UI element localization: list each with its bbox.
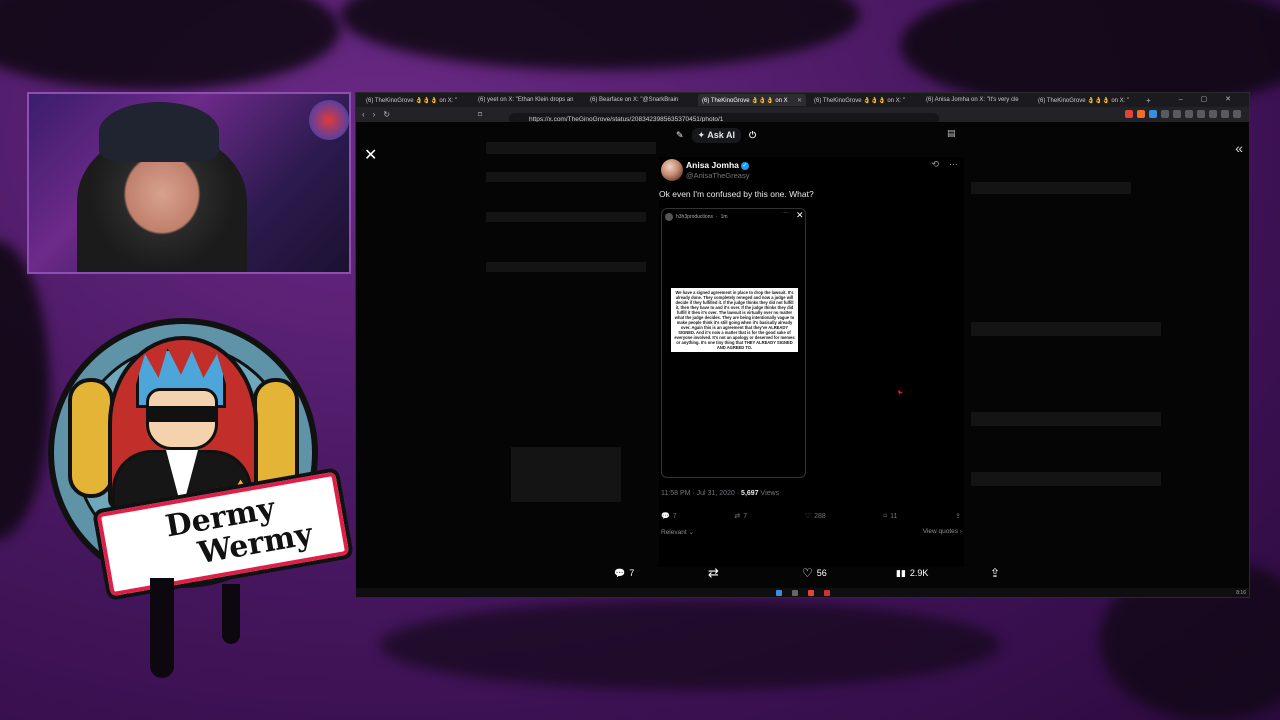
extension-icon[interactable]	[1173, 110, 1181, 118]
retweet-icon: ⇄	[708, 565, 719, 580]
views-button[interactable]: ▮▮ 2.9K	[896, 568, 928, 579]
quoted-media[interactable]: h3h3productions · 1m ··· ✕ We have a sig…	[661, 208, 806, 478]
tweet-metadata: 11:58 PM · Jul 31, 2020 · 5,697 Views	[661, 490, 780, 497]
heart-icon: ♡	[804, 513, 812, 520]
tweet-text: Ok even I'm confused by this one. What?	[659, 189, 814, 199]
start-icon[interactable]	[775, 589, 782, 596]
sort-dropdown[interactable]: Relevant ⌄	[661, 528, 694, 536]
tab-0[interactable]: (6) TheKinoGrove 👌👌👌 on X: "	[362, 94, 470, 106]
reply-icon: 💬	[661, 513, 670, 520]
photo-action-bar: 💬 7 ⇄ ♡ 56 ▮▮ 2.9K ⇪	[356, 559, 1249, 587]
tab-5[interactable]: (6) Anisa Jomha on X: "It's very cle	[922, 94, 1030, 106]
webcam-overlay	[27, 92, 351, 274]
share-button[interactable]: ⇪	[990, 566, 1000, 580]
extension-icon[interactable]	[1137, 110, 1145, 118]
tweet-options: ⟲ ···	[931, 159, 958, 170]
extension-icon[interactable]	[1149, 110, 1157, 118]
avatar[interactable]	[661, 159, 683, 181]
collapse-sidebar-icon[interactable]: «	[1235, 140, 1243, 156]
more-icon[interactable]: ···	[783, 210, 789, 216]
tweet-panel: Anisa Jomha ✓ @AnisaTheGreasy ⟲ ··· Ok ev…	[659, 157, 964, 567]
search-icon[interactable]	[791, 589, 798, 596]
reload-icon[interactable]: ↻	[383, 110, 390, 119]
window-controls[interactable]: – ▢ ✕	[1179, 95, 1239, 103]
close-tab-icon[interactable]: ✕	[797, 97, 802, 104]
tab-4[interactable]: (6) TheKinoGrove 👌👌👌 on X: "	[810, 94, 918, 106]
bookmark-icon: ⌑	[883, 513, 888, 520]
clock: 8:16	[1236, 590, 1246, 596]
retweet-button[interactable]: ⇄	[708, 565, 719, 581]
share-icon: ⇪	[955, 513, 961, 520]
tab-6[interactable]: (6) TheKinoGrove 👌👌👌 on X: "	[1034, 94, 1142, 106]
app-icon[interactable]	[823, 589, 830, 596]
tab-strip: (6) TheKinoGrove 👌👌👌 on X: " (6) yeet on…	[356, 93, 1249, 107]
tweet-actions: 💬 7 ⇄ 7 ♡ 288 ⌑ 11 ⇪	[661, 512, 961, 521]
statement-image: We have a signed agreement in place to d…	[671, 288, 798, 352]
avatar	[665, 213, 673, 221]
author-handle[interactable]: @AnisaTheGreasy	[686, 171, 749, 180]
panel-icon[interactable]: ▤	[947, 128, 956, 139]
like-button[interactable]: ♡ 56	[802, 566, 827, 580]
browser-icon[interactable]	[807, 589, 814, 596]
reply-icon: 💬	[614, 567, 626, 578]
like-button[interactable]: ♡ 288	[804, 512, 826, 521]
extension-icon[interactable]	[1233, 110, 1241, 118]
more-icon[interactable]: ···	[949, 159, 958, 170]
tab-3[interactable]: (6) TheKinoGrove 👌👌👌 on X ✕	[698, 94, 806, 106]
extension-icon[interactable]	[1185, 110, 1193, 118]
dim-line	[486, 172, 646, 182]
new-tab-icon[interactable]: +	[1146, 96, 1151, 105]
dim-post-header	[486, 142, 656, 154]
reply-button[interactable]: 💬 7	[614, 568, 634, 579]
dim-image	[511, 447, 621, 502]
webcam-logo	[309, 100, 349, 140]
ask-ai-button[interactable]: ✦ Ask AI	[691, 127, 741, 143]
views-icon: ▮▮	[896, 567, 906, 578]
taskbar: 8:16	[356, 588, 1249, 597]
share-icon: ⇪	[990, 566, 1001, 580]
edit-icon[interactable]: ✎	[676, 130, 684, 141]
bookmark-button[interactable]: ⌑ 11	[883, 512, 898, 521]
dim-trends	[971, 182, 1131, 194]
dim-trend	[971, 322, 1161, 336]
tab-2[interactable]: (6) Bearface on X: "@SnarkBrain	[586, 94, 694, 106]
dim-line	[486, 212, 646, 222]
reply-button[interactable]: 💬 7	[661, 512, 677, 521]
share-button[interactable]: ⇪	[955, 512, 961, 520]
extension-icon[interactable]	[1125, 110, 1133, 118]
verified-icon: ✓	[740, 161, 749, 170]
streamer-hat	[99, 102, 219, 162]
mascot-logo: Dermy Wermy	[48, 318, 355, 602]
tab-1[interactable]: (6) yeet on X: "Ethan Klein drops an	[474, 94, 582, 106]
forward-icon[interactable]: ›	[373, 110, 376, 119]
dim-line	[486, 262, 646, 272]
retweet-button[interactable]: ⇄ 7	[734, 512, 747, 521]
dim-trend	[971, 412, 1161, 426]
author-name[interactable]: Anisa Jomha ✓	[686, 160, 749, 170]
extension-icon[interactable]	[1197, 110, 1205, 118]
quote-header: h3h3productions · 1m	[665, 213, 728, 221]
extension-icon[interactable]	[1221, 110, 1229, 118]
extension-icon[interactable]	[1209, 110, 1217, 118]
back-icon[interactable]: ‹	[362, 110, 365, 119]
close-icon[interactable]: ✕	[796, 210, 804, 221]
browser-window: (6) TheKinoGrove 👌👌👌 on X: " (6) yeet on…	[355, 92, 1250, 598]
retweet-icon: ⇄	[734, 513, 741, 520]
view-quotes-link[interactable]: View quotes ›	[923, 528, 962, 535]
x-page: ✕ « ✎ ✦ Ask AI ⏻ ▤ Anisa Jomha ✓ @AnisaTh…	[356, 122, 1249, 590]
power-icon[interactable]: ⏻	[749, 130, 756, 141]
bookmark-icon[interactable]: ⌑	[478, 110, 482, 119]
dim-trend	[971, 472, 1161, 486]
extension-icon[interactable]	[1161, 110, 1169, 118]
grok-icon[interactable]: ⟲	[931, 159, 939, 170]
heart-icon: ♡	[802, 566, 813, 580]
close-icon[interactable]: ✕	[364, 145, 377, 165]
extensions-bar	[1125, 110, 1241, 118]
ask-ai-bar: ✎ ✦ Ask AI ⏻	[676, 127, 756, 143]
